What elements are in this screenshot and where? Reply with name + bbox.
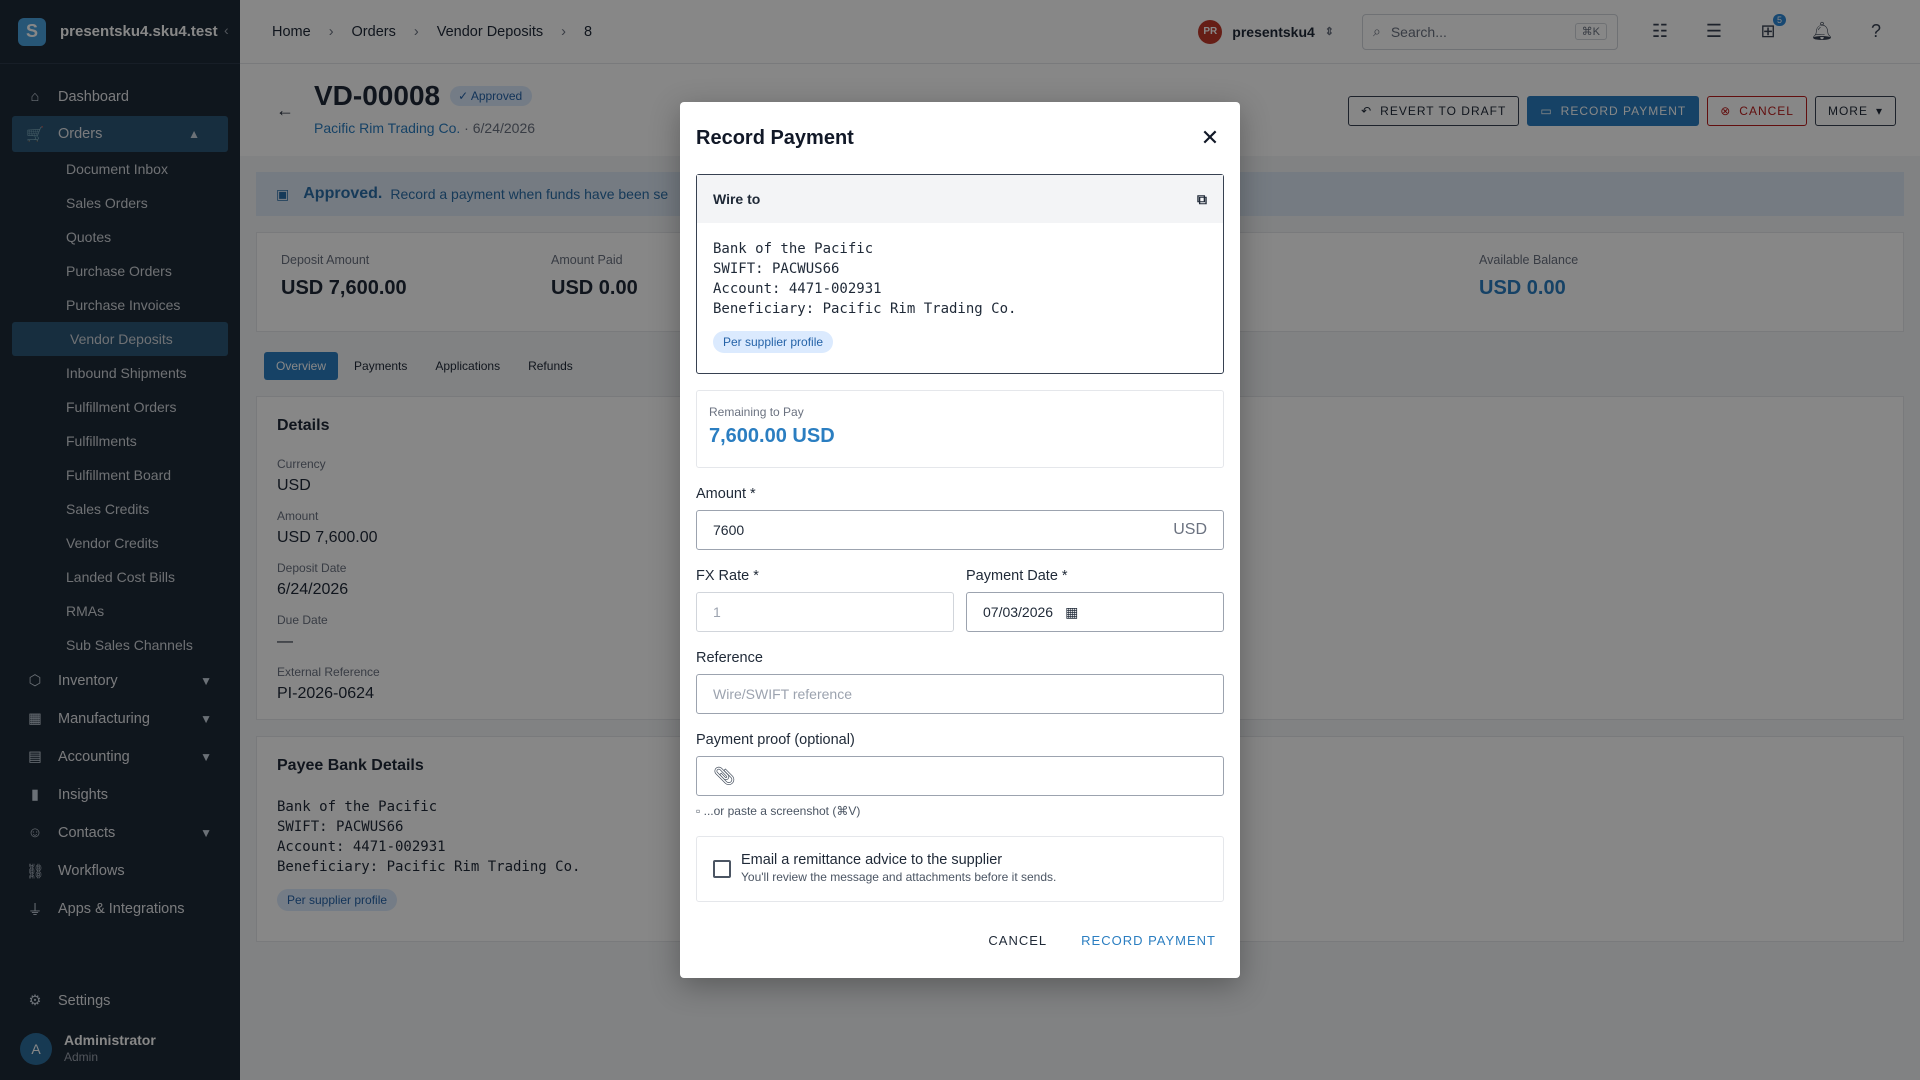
amount-currency: USD bbox=[1173, 521, 1207, 538]
fx-col: FX Rate * 1 bbox=[696, 568, 954, 632]
cancel-button[interactable]: CANCEL bbox=[980, 927, 1055, 954]
fx-rate-input[interactable]: 1 bbox=[696, 592, 954, 632]
paste-hint: ▫ ...or paste a screenshot (⌘V) bbox=[696, 804, 1224, 818]
email-remittance-text: Email a remittance advice to the supplie… bbox=[741, 852, 1056, 886]
wire-instructions: Wire to ⧉ Bank of the Pacific SWIFT: PAC… bbox=[696, 174, 1224, 374]
date-label: Payment Date * bbox=[966, 568, 1068, 584]
remaining-value: 7,600.00 USD bbox=[709, 425, 835, 447]
proof-label: Payment proof (optional) bbox=[696, 732, 855, 748]
payment-proof-input[interactable]: 📎︎ bbox=[696, 756, 1224, 796]
amount-label: Amount * bbox=[696, 486, 756, 502]
amount-input[interactable]: 7600 USD bbox=[696, 510, 1224, 550]
wire-text: Bank of the Pacific SWIFT: PACWUS66 Acco… bbox=[713, 241, 1017, 317]
wire-title: Wire to bbox=[713, 191, 761, 207]
amount-value: 7600 bbox=[713, 522, 745, 538]
record-payment-dialog: Record Payment ✕ Wire to ⧉ Bank of the P… bbox=[680, 102, 1240, 978]
record-payment-button[interactable]: RECORD PAYMENT bbox=[1073, 927, 1224, 954]
dialog-title: Record Payment bbox=[696, 126, 854, 149]
wire-source-chip: Per supplier profile bbox=[713, 331, 834, 353]
email-remittance-checkbox[interactable] bbox=[713, 860, 731, 878]
payment-date-input[interactable]: 07/03/2026 ▦ bbox=[966, 592, 1224, 632]
copy-icon[interactable]: ⧉ bbox=[1197, 191, 1207, 208]
paste-hint-text: ...or paste a screenshot (⌘V) bbox=[703, 804, 861, 818]
wire-body: Bank of the Pacific SWIFT: PACWUS66 Acco… bbox=[697, 223, 1223, 369]
dialog-header: Record Payment ✕ bbox=[680, 102, 1240, 174]
date-col: Payment Date * 07/03/2026 ▦ bbox=[966, 568, 1224, 632]
app-root: S presentsku4.sku4.test ‹ ⌂ Dashboard 🛒 Or… bbox=[0, 0, 1920, 1080]
reference-label: Reference bbox=[696, 650, 763, 666]
remaining-box: Remaining to Pay 7,600.00 USD bbox=[696, 390, 1224, 468]
email-sub: You'll review the message and attachment… bbox=[741, 870, 1057, 884]
email-label: Email a remittance advice to the supplie… bbox=[741, 852, 1003, 868]
reference-input[interactable]: Wire/SWIFT reference bbox=[696, 674, 1224, 714]
dialog-footer: CANCEL RECORD PAYMENT bbox=[962, 927, 1224, 954]
close-icon[interactable]: ✕ bbox=[1196, 125, 1224, 151]
fx-date-row: FX Rate * 1 Payment Date * 07/03/2026 ▦ bbox=[696, 568, 1224, 632]
fx-value: 1 bbox=[713, 604, 721, 620]
paperclip-icon: 📎︎ bbox=[713, 765, 736, 786]
wire-header: Wire to ⧉ bbox=[697, 175, 1223, 223]
remaining-label: Remaining to Pay bbox=[709, 405, 804, 419]
email-remittance-option: Email a remittance advice to the supplie… bbox=[696, 836, 1224, 902]
reference-placeholder: Wire/SWIFT reference bbox=[713, 686, 852, 702]
date-value: 07/03/2026 bbox=[983, 604, 1054, 620]
fx-label: FX Rate * bbox=[696, 568, 759, 584]
clipboard-icon: ▫ bbox=[696, 804, 701, 818]
calendar-icon[interactable]: ▦ bbox=[1065, 604, 1078, 621]
